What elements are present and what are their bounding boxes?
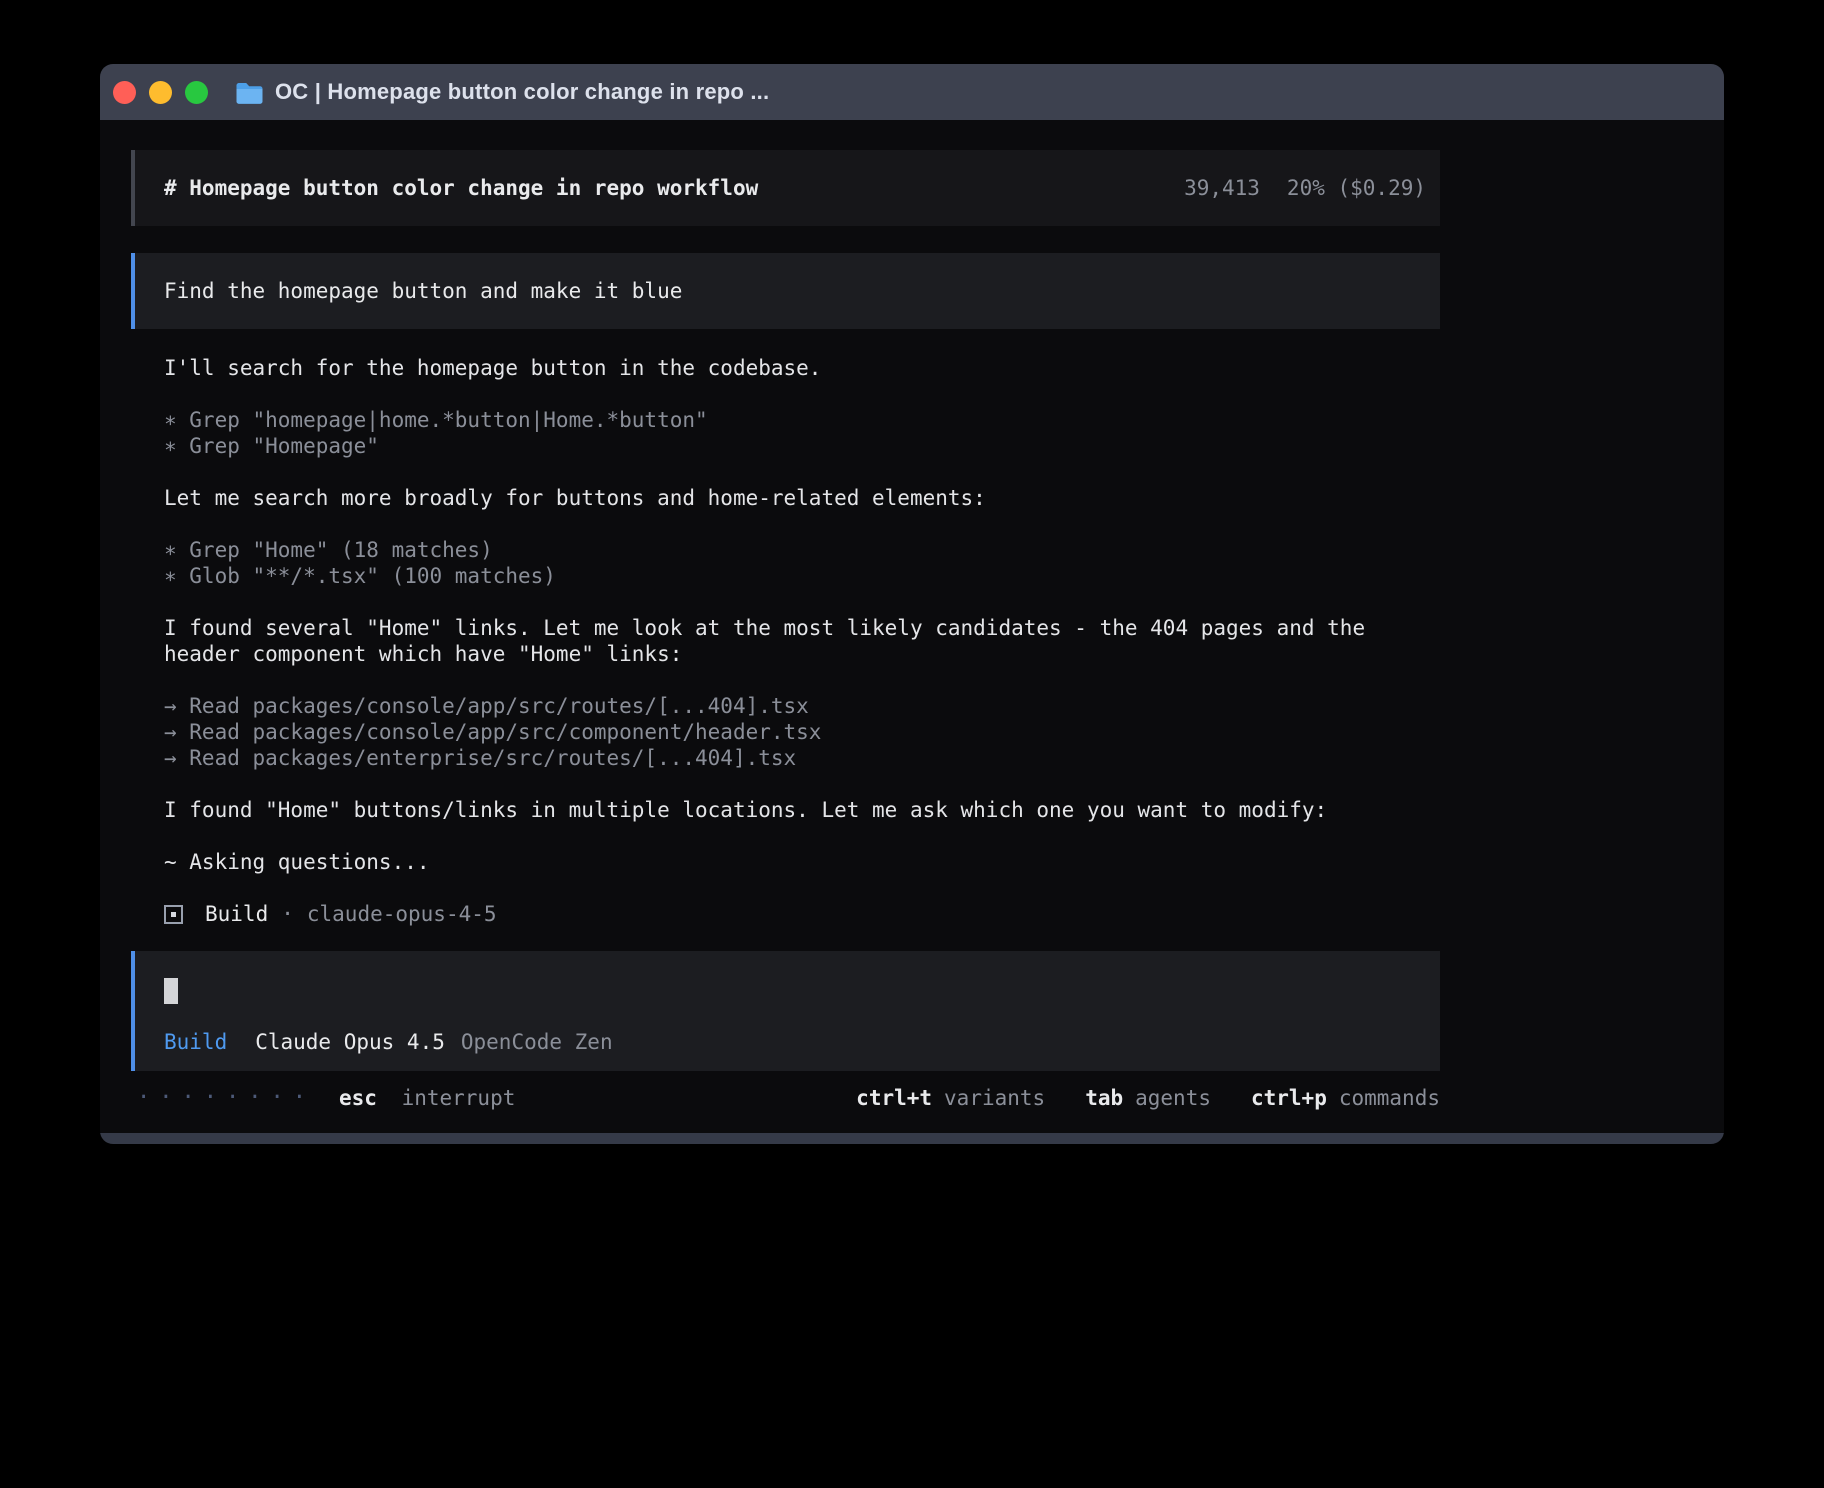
tool-call-group: → Read packages/console/app/src/routes/[… bbox=[164, 693, 1724, 771]
active-agent-label: Build bbox=[164, 1029, 227, 1055]
text-cursor bbox=[164, 978, 178, 1004]
agent-task-line: Build · claude-opus-4-5 bbox=[164, 901, 1724, 927]
interrupt-hint: esc interrupt bbox=[339, 1085, 515, 1111]
shortcut-key: tab bbox=[1085, 1085, 1123, 1111]
tool-call-group: ∗ Grep "Home" (18 matches) ∗ Glob "**/*.… bbox=[164, 537, 1724, 589]
shortcut-variants: ctrl+t variants bbox=[856, 1085, 1045, 1111]
assistant-paragraph: I found "Home" buttons/links in multiple… bbox=[164, 797, 1440, 823]
terminal-window: OC | Homepage button color change in rep… bbox=[100, 64, 1724, 1144]
shortcut-label: agents bbox=[1135, 1085, 1211, 1111]
prompt-input[interactable]: Build Claude Opus 4.5 OpenCode Zen bbox=[131, 951, 1440, 1071]
status-bar-left: ········ esc interrupt bbox=[131, 1085, 515, 1111]
agent-name: Build bbox=[205, 901, 268, 927]
session-stats: 39,413 20% ($0.29) bbox=[1184, 175, 1426, 201]
tool-call-read: → Read packages/enterprise/src/routes/[.… bbox=[164, 745, 1724, 771]
folder-icon bbox=[235, 81, 264, 104]
status-line: ~ Asking questions... bbox=[164, 849, 1440, 875]
shortcut-label: variants bbox=[944, 1085, 1045, 1111]
zoom-button[interactable] bbox=[185, 81, 208, 104]
tool-call-grep: ∗ Grep "homepage|home.*button|Home.*butt… bbox=[164, 407, 1724, 433]
window-titlebar[interactable]: OC | Homepage button color change in rep… bbox=[100, 64, 1724, 120]
shortcut-key: ctrl+t bbox=[856, 1085, 932, 1111]
tool-call-grep: ∗ Grep "Homepage" bbox=[164, 433, 1724, 459]
agent-separator: · bbox=[281, 901, 294, 927]
agent-icon bbox=[164, 905, 183, 924]
token-count: 39,413 bbox=[1184, 175, 1260, 201]
context-usage: 20% ($0.29) bbox=[1287, 175, 1426, 201]
assistant-paragraph: Let me search more broadly for buttons a… bbox=[164, 485, 1440, 511]
tool-call-grep: ∗ Grep "Home" (18 matches) bbox=[164, 537, 1724, 563]
user-message-block: Find the homepage button and make it blu… bbox=[131, 253, 1440, 329]
esc-label: interrupt bbox=[402, 1086, 516, 1110]
tool-call-group: ∗ Grep "homepage|home.*button|Home.*butt… bbox=[164, 407, 1724, 459]
shortcut-key: ctrl+p bbox=[1251, 1085, 1327, 1111]
agent-model: claude-opus-4-5 bbox=[307, 901, 497, 927]
close-button[interactable] bbox=[113, 81, 136, 104]
terminal-content: # Homepage button color change in repo w… bbox=[100, 120, 1724, 1111]
shortcut-agents: tab agents bbox=[1085, 1085, 1211, 1111]
model-status-line: Build Claude Opus 4.5 OpenCode Zen bbox=[164, 1029, 1426, 1055]
esc-key: esc bbox=[339, 1086, 377, 1110]
tool-call-glob: ∗ Glob "**/*.tsx" (100 matches) bbox=[164, 563, 1724, 589]
spinner-dots: ········ bbox=[137, 1085, 315, 1111]
tool-call-read: → Read packages/console/app/src/routes/[… bbox=[164, 693, 1724, 719]
status-bar-right: ctrl+t variants tab agents ctrl+p comman… bbox=[856, 1085, 1440, 1111]
minimize-button[interactable] bbox=[149, 81, 172, 104]
active-model-label: Claude Opus 4.5 bbox=[255, 1029, 445, 1055]
user-message-text: Find the homepage button and make it blu… bbox=[164, 279, 682, 303]
shortcut-label: commands bbox=[1339, 1085, 1440, 1111]
agent-icon-dot bbox=[171, 912, 176, 917]
session-header: # Homepage button color change in repo w… bbox=[131, 150, 1440, 226]
assistant-paragraph: I'll search for the homepage button in t… bbox=[164, 355, 1440, 381]
status-bar: ········ esc interrupt ctrl+t variants t… bbox=[131, 1085, 1440, 1111]
window-bottom-edge bbox=[100, 1133, 1724, 1144]
model-provider-label: OpenCode Zen bbox=[461, 1029, 613, 1055]
assistant-paragraph: I found several "Home" links. Let me loo… bbox=[164, 615, 1440, 667]
traffic-lights bbox=[113, 81, 208, 104]
window-title: OC | Homepage button color change in rep… bbox=[275, 79, 769, 105]
session-title: # Homepage button color change in repo w… bbox=[164, 175, 758, 201]
shortcut-commands: ctrl+p commands bbox=[1251, 1085, 1440, 1111]
tool-call-read: → Read packages/console/app/src/componen… bbox=[164, 719, 1724, 745]
